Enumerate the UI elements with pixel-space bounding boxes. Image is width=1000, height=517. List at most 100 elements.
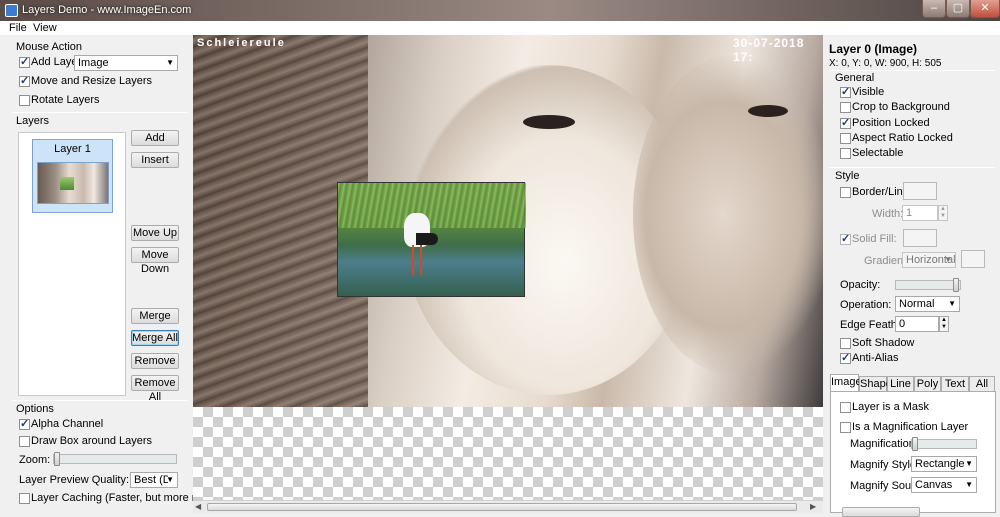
app-icon: [5, 4, 18, 17]
move-resize-label: Move and Resize Layers: [31, 75, 153, 87]
opacity-label: Opacity:: [840, 279, 881, 291]
zoom-slider-thumb[interactable]: [54, 452, 60, 466]
close-button[interactable]: ✕: [970, 0, 1000, 18]
zoom-slider[interactable]: [53, 452, 177, 466]
magnify-source-select[interactable]: Canvas ▼: [911, 477, 977, 493]
chevron-down-icon: ▼: [944, 255, 952, 264]
owl-eye: [748, 105, 788, 117]
gradient-select[interactable]: Horizontal ▼: [902, 252, 956, 268]
minimize-button[interactable]: ‒: [922, 0, 946, 18]
selectable-label: Selectable: [852, 147, 904, 159]
options-title: Options: [16, 403, 54, 415]
remove-button[interactable]: Remove: [131, 353, 179, 369]
merge-all-button[interactable]: Merge All: [131, 330, 179, 346]
scroll-right-icon[interactable]: ▶: [810, 502, 816, 511]
edge-feather-spin-icon[interactable]: ▲ ▼: [939, 316, 949, 332]
layer-type-value: Image: [78, 57, 109, 69]
add-layer-checkbox[interactable]: [19, 55, 30, 68]
tab-all[interactable]: All: [969, 376, 995, 391]
visible-label: Visible: [852, 86, 885, 98]
stork-leg: [412, 245, 414, 275]
anti-alias-checkbox[interactable]: [840, 351, 851, 364]
magnify-style-label: Magnify Style:: [850, 459, 920, 471]
scrollbar-thumb[interactable]: [207, 503, 797, 511]
tab-poly[interactable]: Poly: [914, 376, 941, 391]
chevron-down-icon: ▼: [965, 459, 973, 468]
tab-line[interactable]: Line: [887, 376, 914, 391]
layers-title: Layers: [16, 115, 50, 127]
soft-shadow-label: Soft Shadow: [852, 337, 915, 349]
opacity-slider[interactable]: [895, 278, 961, 292]
insert-button[interactable]: Insert: [131, 152, 179, 168]
position-locked-checkbox[interactable]: [840, 116, 851, 129]
rotate-layers-checkbox[interactable]: [19, 95, 30, 106]
alpha-channel-label: Alpha Channel: [31, 418, 104, 430]
border-line-checkbox[interactable]: [840, 187, 851, 198]
tab-text[interactable]: Text: [941, 376, 969, 391]
soft-shadow-checkbox[interactable]: [840, 338, 851, 349]
image-canvas[interactable]: Schleiereule 30-07-2018 17:: [193, 35, 823, 407]
layer-title: Layer 0 (Image): [829, 42, 918, 56]
layer-thumbnail: [37, 162, 109, 204]
remove-all-button[interactable]: Remove All: [131, 375, 179, 403]
magnification-slider-thumb[interactable]: [912, 437, 918, 451]
menu-view[interactable]: View: [33, 22, 57, 34]
layer-caching-checkbox[interactable]: [19, 493, 30, 504]
overlay-timestamp: 30-07-2018 17:: [733, 36, 805, 64]
layer-mask-checkbox[interactable]: [840, 402, 851, 413]
border-color-swatch[interactable]: [903, 182, 937, 200]
move-down-button[interactable]: Move Down: [131, 247, 179, 275]
magnification-label: Magnification:: [850, 438, 918, 450]
overlay-title: Schleiereule: [197, 37, 286, 49]
layer-list-item[interactable]: Layer 1: [32, 139, 113, 213]
stork-wing: [416, 233, 438, 245]
tab-shape[interactable]: Shape: [859, 376, 892, 391]
horizontal-scrollbar[interactable]: ◀ ▶: [193, 500, 823, 513]
magnify-style-select[interactable]: Rectangle ▼: [911, 456, 977, 472]
opacity-slider-thumb[interactable]: [953, 278, 959, 292]
anti-alias-label: Anti-Alias: [852, 352, 899, 364]
transparency-area[interactable]: [193, 407, 823, 500]
draw-box-checkbox[interactable]: [19, 436, 30, 447]
preview-quality-label: Layer Preview Quality:: [19, 474, 130, 486]
menu-file[interactable]: File: [9, 22, 27, 34]
chevron-down-icon: ▼: [166, 58, 174, 67]
width-input[interactable]: 1: [902, 205, 938, 221]
apply-button[interactable]: [842, 507, 920, 517]
draw-box-label: Draw Box around Layers: [31, 435, 153, 447]
separator: [12, 112, 188, 113]
magnification-layer-label: Is a Magnification Layer: [852, 421, 969, 433]
visible-checkbox[interactable]: [840, 85, 851, 98]
move-resize-checkbox[interactable]: [19, 74, 30, 87]
owl-eye: [523, 115, 575, 129]
move-up-button[interactable]: Move Up: [131, 225, 179, 241]
magnify-style-value: Rectangle: [915, 458, 965, 470]
position-locked-label: Position Locked: [852, 117, 930, 129]
magnification-slider[interactable]: [911, 437, 977, 451]
layer-mask-label: Layer is a Mask: [852, 401, 930, 413]
tab-image[interactable]: Image: [830, 374, 862, 391]
crop-background-checkbox[interactable]: [840, 102, 851, 113]
magnification-layer-checkbox[interactable]: [840, 422, 851, 433]
layer-info: X: 0, Y: 0, W: 900, H: 505: [829, 58, 942, 69]
preview-quality-select[interactable]: Best (Delayed) ▼: [130, 472, 178, 488]
fill-color-swatch[interactable]: [903, 229, 937, 247]
add-button[interactable]: Add: [131, 130, 179, 146]
layer-type-select[interactable]: Image ▼: [74, 55, 178, 71]
merge-button[interactable]: Merge: [131, 308, 179, 324]
operation-select[interactable]: Normal ▼: [895, 296, 960, 312]
style-title: Style: [835, 170, 860, 182]
width-spin-icon[interactable]: ▲ ▼: [938, 205, 948, 221]
aspect-ratio-locked-checkbox[interactable]: [840, 133, 851, 144]
layer-item-label: Layer 1: [54, 143, 91, 155]
maximize-button[interactable]: ▢: [946, 0, 970, 18]
separator: [12, 400, 188, 401]
stork-leg: [420, 245, 422, 275]
stork-layer[interactable]: [337, 182, 526, 297]
selectable-checkbox[interactable]: [840, 148, 851, 159]
scroll-left-icon[interactable]: ◀: [195, 502, 201, 511]
alpha-channel-checkbox[interactable]: [19, 417, 30, 430]
gradient-color-swatch[interactable]: [961, 250, 985, 268]
edge-feather-input[interactable]: 0: [895, 316, 939, 332]
solid-fill-checkbox[interactable]: [840, 232, 851, 245]
